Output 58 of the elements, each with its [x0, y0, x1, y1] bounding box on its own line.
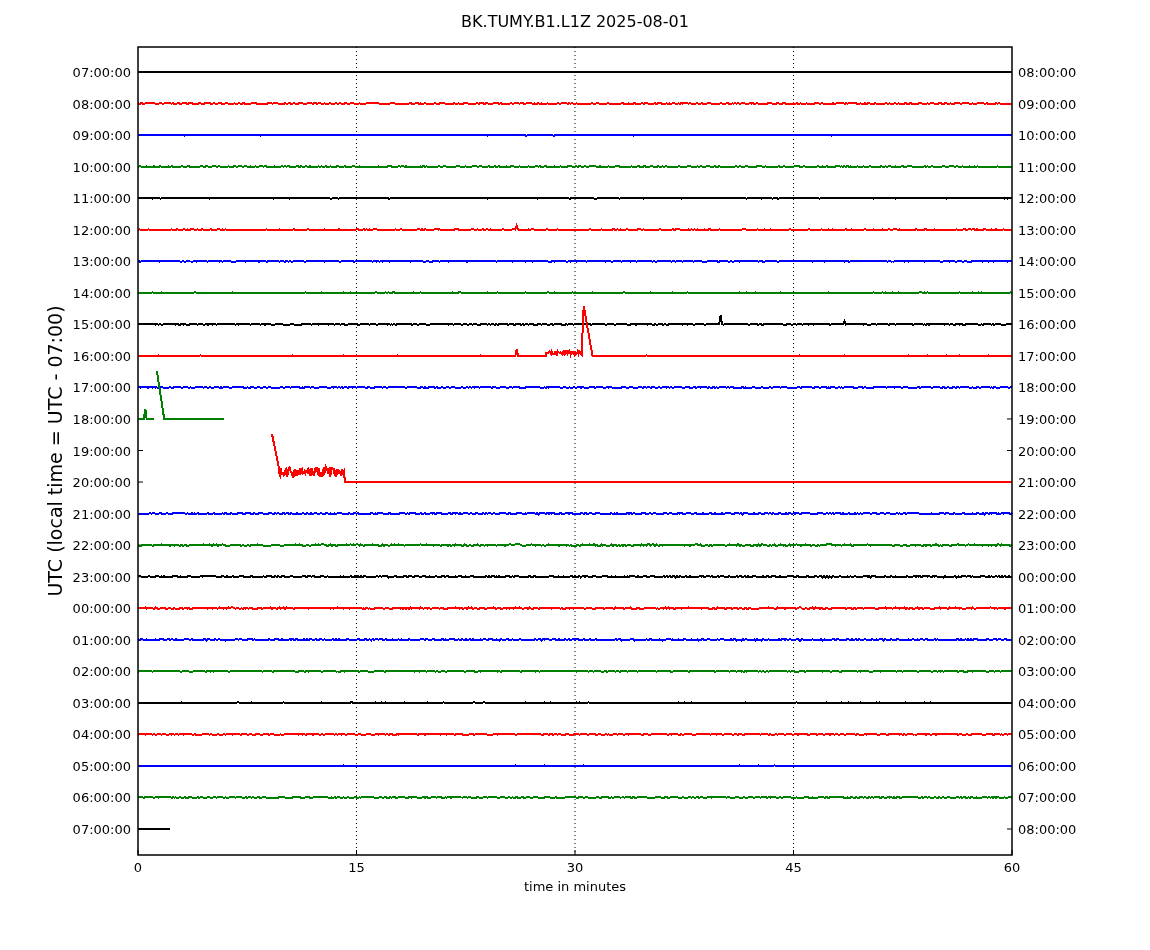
- time-label: 00:00:00: [1018, 569, 1077, 585]
- time-label: 01:00:00: [1018, 601, 1077, 617]
- time-label: 13:00:00: [1018, 222, 1077, 238]
- time-label: 20:00:00: [1018, 443, 1077, 459]
- time-label: 05:00:00: [72, 758, 131, 774]
- time-label: 06:00:00: [1018, 758, 1077, 774]
- time-label: 12:00:00: [72, 222, 131, 238]
- time-label: 21:00:00: [72, 506, 131, 522]
- time-label: 04:00:00: [1018, 695, 1077, 711]
- time-label: 08:00:00: [1018, 822, 1077, 837]
- time-label: 18:00:00: [1018, 380, 1077, 396]
- time-label: 14:00:00: [72, 285, 131, 301]
- time-label: 03:00:00: [72, 695, 131, 711]
- time-label: 16:00:00: [1018, 317, 1077, 333]
- time-label: 00:00:00: [72, 601, 131, 617]
- time-label: 12:00:00: [1018, 191, 1077, 207]
- time-label: 19:00:00: [1018, 411, 1077, 427]
- tick-label: 0: [133, 860, 143, 875]
- time-label: 20:00:00: [72, 475, 131, 491]
- time-label: 09:00:00: [72, 128, 131, 144]
- time-label: 10:00:00: [1018, 128, 1077, 144]
- time-label: 18:00:00: [72, 411, 131, 427]
- time-label: 05:00:00: [1018, 727, 1077, 743]
- time-label: 06:00:00: [72, 790, 131, 806]
- time-label: 08:00:00: [1018, 65, 1077, 80]
- time-label: 15:00:00: [1018, 285, 1077, 301]
- time-label: 17:00:00: [72, 380, 131, 396]
- time-label: 22:00:00: [72, 538, 131, 554]
- time-label: 07:00:00: [1018, 790, 1077, 806]
- time-label: 15:00:00: [72, 317, 131, 333]
- time-label: 23:00:00: [1018, 538, 1077, 554]
- time-label: 07:00:00: [72, 822, 131, 837]
- time-label: 21:00:00: [1018, 475, 1077, 491]
- time-label: 13:00:00: [72, 254, 131, 270]
- time-label: 23:00:00: [72, 569, 131, 585]
- tick-label: 60: [1003, 860, 1021, 875]
- time-label: 17:00:00: [1018, 348, 1077, 364]
- time-label: 01:00:00: [72, 632, 131, 648]
- time-label: 02:00:00: [1018, 632, 1077, 648]
- tick-label: 45: [785, 860, 802, 875]
- time-label: 14:00:00: [1018, 254, 1077, 270]
- time-label: 19:00:00: [72, 443, 131, 459]
- time-label: 16:00:00: [72, 348, 131, 364]
- time-label: 04:00:00: [72, 727, 131, 743]
- x-axis-label: time in minutes: [523, 879, 627, 894]
- chart-title: BK.TUMY.B1.L1Z 2025-08-01: [461, 12, 689, 31]
- time-label: 09:00:00: [1018, 96, 1077, 112]
- time-label: 03:00:00: [1018, 664, 1077, 680]
- time-label: 11:00:00: [1018, 159, 1077, 175]
- tick-label: 30: [566, 860, 584, 875]
- y-axis-label: UTC (local time = UTC - 07:00): [44, 305, 66, 597]
- time-label: 11:00:00: [72, 191, 131, 207]
- time-label: 08:00:00: [72, 96, 131, 112]
- time-label: 07:00:00: [72, 65, 131, 80]
- time-label: 22:00:00: [1018, 506, 1077, 522]
- tick-label: 15: [348, 860, 365, 875]
- time-label: 02:00:00: [72, 664, 131, 680]
- time-label: 10:00:00: [72, 159, 131, 175]
